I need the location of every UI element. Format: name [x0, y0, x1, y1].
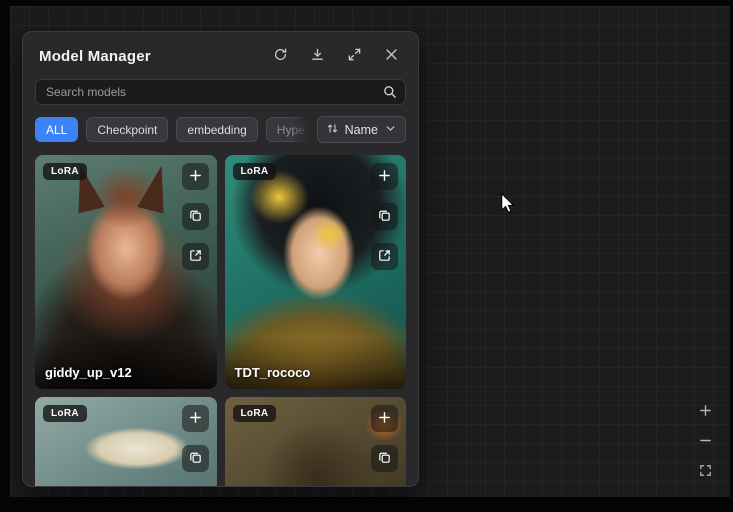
add-model-button[interactable] [371, 163, 398, 190]
fit-view-icon [698, 463, 713, 481]
copy-icon [188, 208, 203, 226]
close-button[interactable] [380, 45, 402, 67]
search-icon [382, 84, 398, 100]
add-icon [188, 410, 203, 428]
close-icon [384, 47, 399, 65]
copy-icon [188, 450, 203, 468]
filter-bar: ALL Checkpoint embedding Hype Name [35, 116, 406, 143]
copy-model-button[interactable] [371, 445, 398, 472]
add-model-button[interactable] [371, 405, 398, 432]
model-type-badge: LoRA [233, 163, 277, 180]
panel-title: Model Manager [39, 48, 151, 65]
fit-view-button[interactable] [694, 461, 716, 483]
card-actions [371, 405, 398, 472]
zoom-out-button[interactable] [694, 431, 716, 453]
model-card-grid: LoRA [23, 155, 418, 487]
copy-icon [377, 450, 392, 468]
zoom-in-button[interactable] [694, 401, 716, 423]
add-icon [377, 410, 392, 428]
import-model-button[interactable] [182, 243, 209, 270]
card-actions [182, 405, 209, 472]
import-icon [188, 248, 203, 266]
model-name: TDT_rococo [235, 365, 311, 380]
model-card[interactable]: LoRA [225, 155, 407, 389]
card-label-gradient [35, 337, 217, 389]
model-card[interactable]: LoRA [35, 155, 217, 389]
model-type-badge: LoRA [43, 163, 87, 180]
add-model-button[interactable] [182, 163, 209, 190]
download-icon [310, 47, 325, 65]
filter-chip-embedding[interactable]: embedding [176, 117, 257, 142]
add-icon [188, 168, 203, 186]
zoom-out-icon [698, 433, 713, 451]
filter-chip-all[interactable]: ALL [35, 117, 78, 142]
canvas-zoom-controls [694, 401, 716, 483]
refresh-icon [273, 47, 288, 65]
filter-chip-checkpoint[interactable]: Checkpoint [86, 117, 168, 142]
add-icon [377, 168, 392, 186]
card-actions [182, 163, 209, 270]
add-model-button[interactable] [182, 405, 209, 432]
filter-chip-hypernetwork[interactable]: Hype [266, 117, 309, 142]
sort-arrows-icon [326, 122, 339, 138]
model-type-badge: LoRA [233, 405, 277, 422]
model-card[interactable]: LoRA [225, 397, 407, 487]
zoom-in-icon [698, 403, 713, 421]
import-model-button[interactable] [371, 243, 398, 270]
copy-model-button[interactable] [371, 203, 398, 230]
copy-model-button[interactable] [182, 445, 209, 472]
expand-icon [347, 47, 362, 65]
refresh-button[interactable] [269, 45, 291, 67]
chevron-down-icon [384, 122, 397, 138]
model-type-badge: LoRA [43, 405, 87, 422]
sort-label: Name [345, 123, 378, 137]
copy-model-button[interactable] [182, 203, 209, 230]
model-card[interactable]: LoRA [35, 397, 217, 487]
search-row [35, 79, 406, 105]
card-actions [371, 163, 398, 270]
copy-icon [377, 208, 392, 226]
node-canvas[interactable]: Model Manager [10, 6, 730, 497]
model-manager-panel: Model Manager [22, 31, 419, 487]
download-button[interactable] [306, 45, 328, 67]
panel-header: Model Manager [23, 32, 418, 76]
model-name: giddy_up_v12 [45, 365, 132, 380]
expand-button[interactable] [343, 45, 365, 67]
search-input[interactable] [35, 79, 406, 105]
import-icon [377, 248, 392, 266]
card-label-gradient [225, 337, 407, 389]
panel-header-actions [269, 45, 402, 67]
sort-dropdown[interactable]: Name [317, 116, 406, 143]
